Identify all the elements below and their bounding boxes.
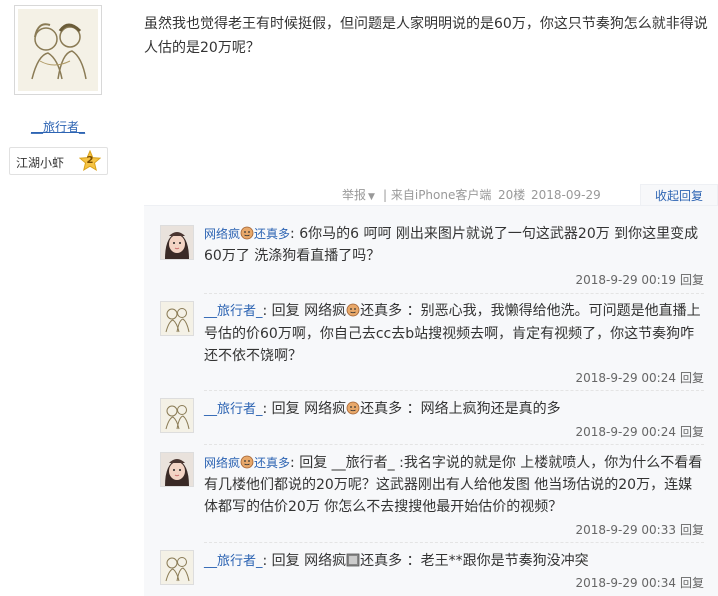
reply-action-link[interactable]: 回复 xyxy=(680,576,704,590)
reply-action-link[interactable]: 回复 xyxy=(680,273,704,287)
caret-down-icon: ▼ xyxy=(368,192,375,202)
reply-time: 2018-9-29 00:19 xyxy=(575,273,676,287)
reply-prefix: : 回复 xyxy=(262,303,305,319)
reply-target-suffix[interactable]: 还真多 xyxy=(360,401,402,417)
girl-photo-icon xyxy=(161,453,193,486)
image-emoji-icon xyxy=(346,553,360,567)
post-content: 虽然我也觉得老王有时候挺假，但问题是人家明明说的是60万，你这只节奏狗怎么就非得… xyxy=(144,16,708,56)
report-link[interactable]: 举报 ▼ xyxy=(342,184,382,206)
reply-avatar[interactable] xyxy=(160,550,194,585)
reply-target-suffix[interactable]: 还真多 xyxy=(360,553,402,569)
reply-user-link[interactable]: __旅行者_ xyxy=(204,554,263,569)
sketch-couple-icon xyxy=(161,302,193,335)
reply-time: 2018-9-29 00:24 xyxy=(575,371,676,385)
reply-content: __旅行者_: 回复 网络疯 还真多 ：别恶心我，我懒得给他洗。可问题是他直播上号… xyxy=(204,300,704,367)
reply-action-link[interactable]: 回复 xyxy=(680,425,704,439)
divider xyxy=(204,542,704,543)
reply-action-link[interactable]: 回复 xyxy=(680,371,704,385)
reply-target-user[interactable]: 网络疯 xyxy=(304,553,346,569)
face-emoji-icon xyxy=(346,303,360,317)
report-label: 举报 xyxy=(342,188,367,202)
reply-avatar[interactable] xyxy=(160,398,194,433)
reply-avatar[interactable] xyxy=(160,301,194,336)
reply-user-link[interactable]: 网络疯 xyxy=(204,227,240,241)
divider xyxy=(204,444,704,445)
reply-text: ：网络上疯狗还是真的多 xyxy=(402,401,561,417)
reply-footer: 2018-9-29 00:24 回复 xyxy=(575,423,704,441)
reply-target-user[interactable]: __旅行者_ xyxy=(332,455,395,471)
client-source: | 来自iPhone客户端 xyxy=(383,188,492,202)
divider xyxy=(204,390,704,391)
reply-time: 2018-9-29 00:24 xyxy=(575,425,676,439)
reply-content: 网络疯 还真多: 6你马的6 呵呵 刚出来图片就说了一句这武器20万 到你这里变成… xyxy=(204,223,704,267)
reply-list: 网络疯 还真多: 6你马的6 呵呵 刚出来图片就说了一句这武器20万 到你这里变成… xyxy=(144,205,718,596)
rank-level-number: 2 xyxy=(86,155,94,166)
reply-prefix: : 回复 xyxy=(290,455,332,471)
sketch-couple-icon xyxy=(161,399,193,432)
face-emoji-icon xyxy=(240,455,254,469)
girl-photo-icon xyxy=(161,226,193,259)
reply-footer: 2018-9-29 00:19 回复 xyxy=(575,271,704,289)
face-emoji-icon xyxy=(240,226,254,240)
reply-target-suffix[interactable]: 还真多 xyxy=(360,303,402,319)
star-level-icon: 2 xyxy=(79,150,101,172)
reply-time: 2018-9-29 00:34 xyxy=(575,576,676,590)
face-emoji-icon xyxy=(346,401,360,415)
reply-user-link[interactable]: 网络疯 xyxy=(204,456,240,470)
rank-badge[interactable]: 江湖小虾 2 xyxy=(9,147,108,175)
divider xyxy=(204,293,704,294)
floor-number: 20楼 xyxy=(498,188,526,202)
reply-user-link[interactable]: __旅行者_ xyxy=(204,304,263,319)
reply-footer: 2018-9-29 00:33 回复 xyxy=(575,521,704,539)
reply-prefix: : 回复 xyxy=(262,401,305,417)
sketch-couple-icon xyxy=(18,9,98,91)
reply-footer: 2018-9-29 00:24 回复 xyxy=(575,369,704,387)
reply-avatar[interactable] xyxy=(160,225,194,260)
post-time: 2018-09-29 00:07 xyxy=(531,188,601,224)
reply-text: ：老王**跟你是节奏狗没冲突 xyxy=(402,553,589,569)
author-column: __旅行者_ 江湖小虾 2 xyxy=(0,0,126,596)
reply-content: 网络疯 还真多: 回复 __旅行者_ :我名字说的就是你 上楼就喷人，你为什么不看… xyxy=(204,452,704,518)
reply-target-user[interactable]: 网络疯 xyxy=(304,401,346,417)
reply-content: __旅行者_: 回复 网络疯 还真多 ：网络上疯狗还是真的多 xyxy=(204,398,704,421)
reply-prefix: : 回复 xyxy=(262,553,305,569)
reply-action-link[interactable]: 回复 xyxy=(680,523,704,537)
reply-user-link[interactable]: __旅行者_ xyxy=(204,402,263,417)
rank-badge-label: 江湖小虾 xyxy=(16,156,65,170)
reply-avatar[interactable] xyxy=(160,452,194,487)
reply-user-suffix[interactable]: 还真多 xyxy=(254,227,290,241)
reply-time: 2018-9-29 00:33 xyxy=(575,523,676,537)
sketch-couple-icon xyxy=(161,551,193,584)
collapse-replies-button[interactable]: 收起回复 xyxy=(640,184,718,206)
author-name-link[interactable]: __旅行者_ xyxy=(0,118,116,135)
reply-target-user[interactable]: 网络疯 xyxy=(304,303,346,319)
reply-content: __旅行者_: 回复 网络疯 还真多 ：老王**跟你是节奏狗没冲突 xyxy=(204,550,704,573)
author-avatar[interactable] xyxy=(14,5,102,95)
reply-user-suffix[interactable]: 还真多 xyxy=(254,456,290,470)
reply-footer: 2018-9-29 00:34 回复 xyxy=(575,574,704,592)
